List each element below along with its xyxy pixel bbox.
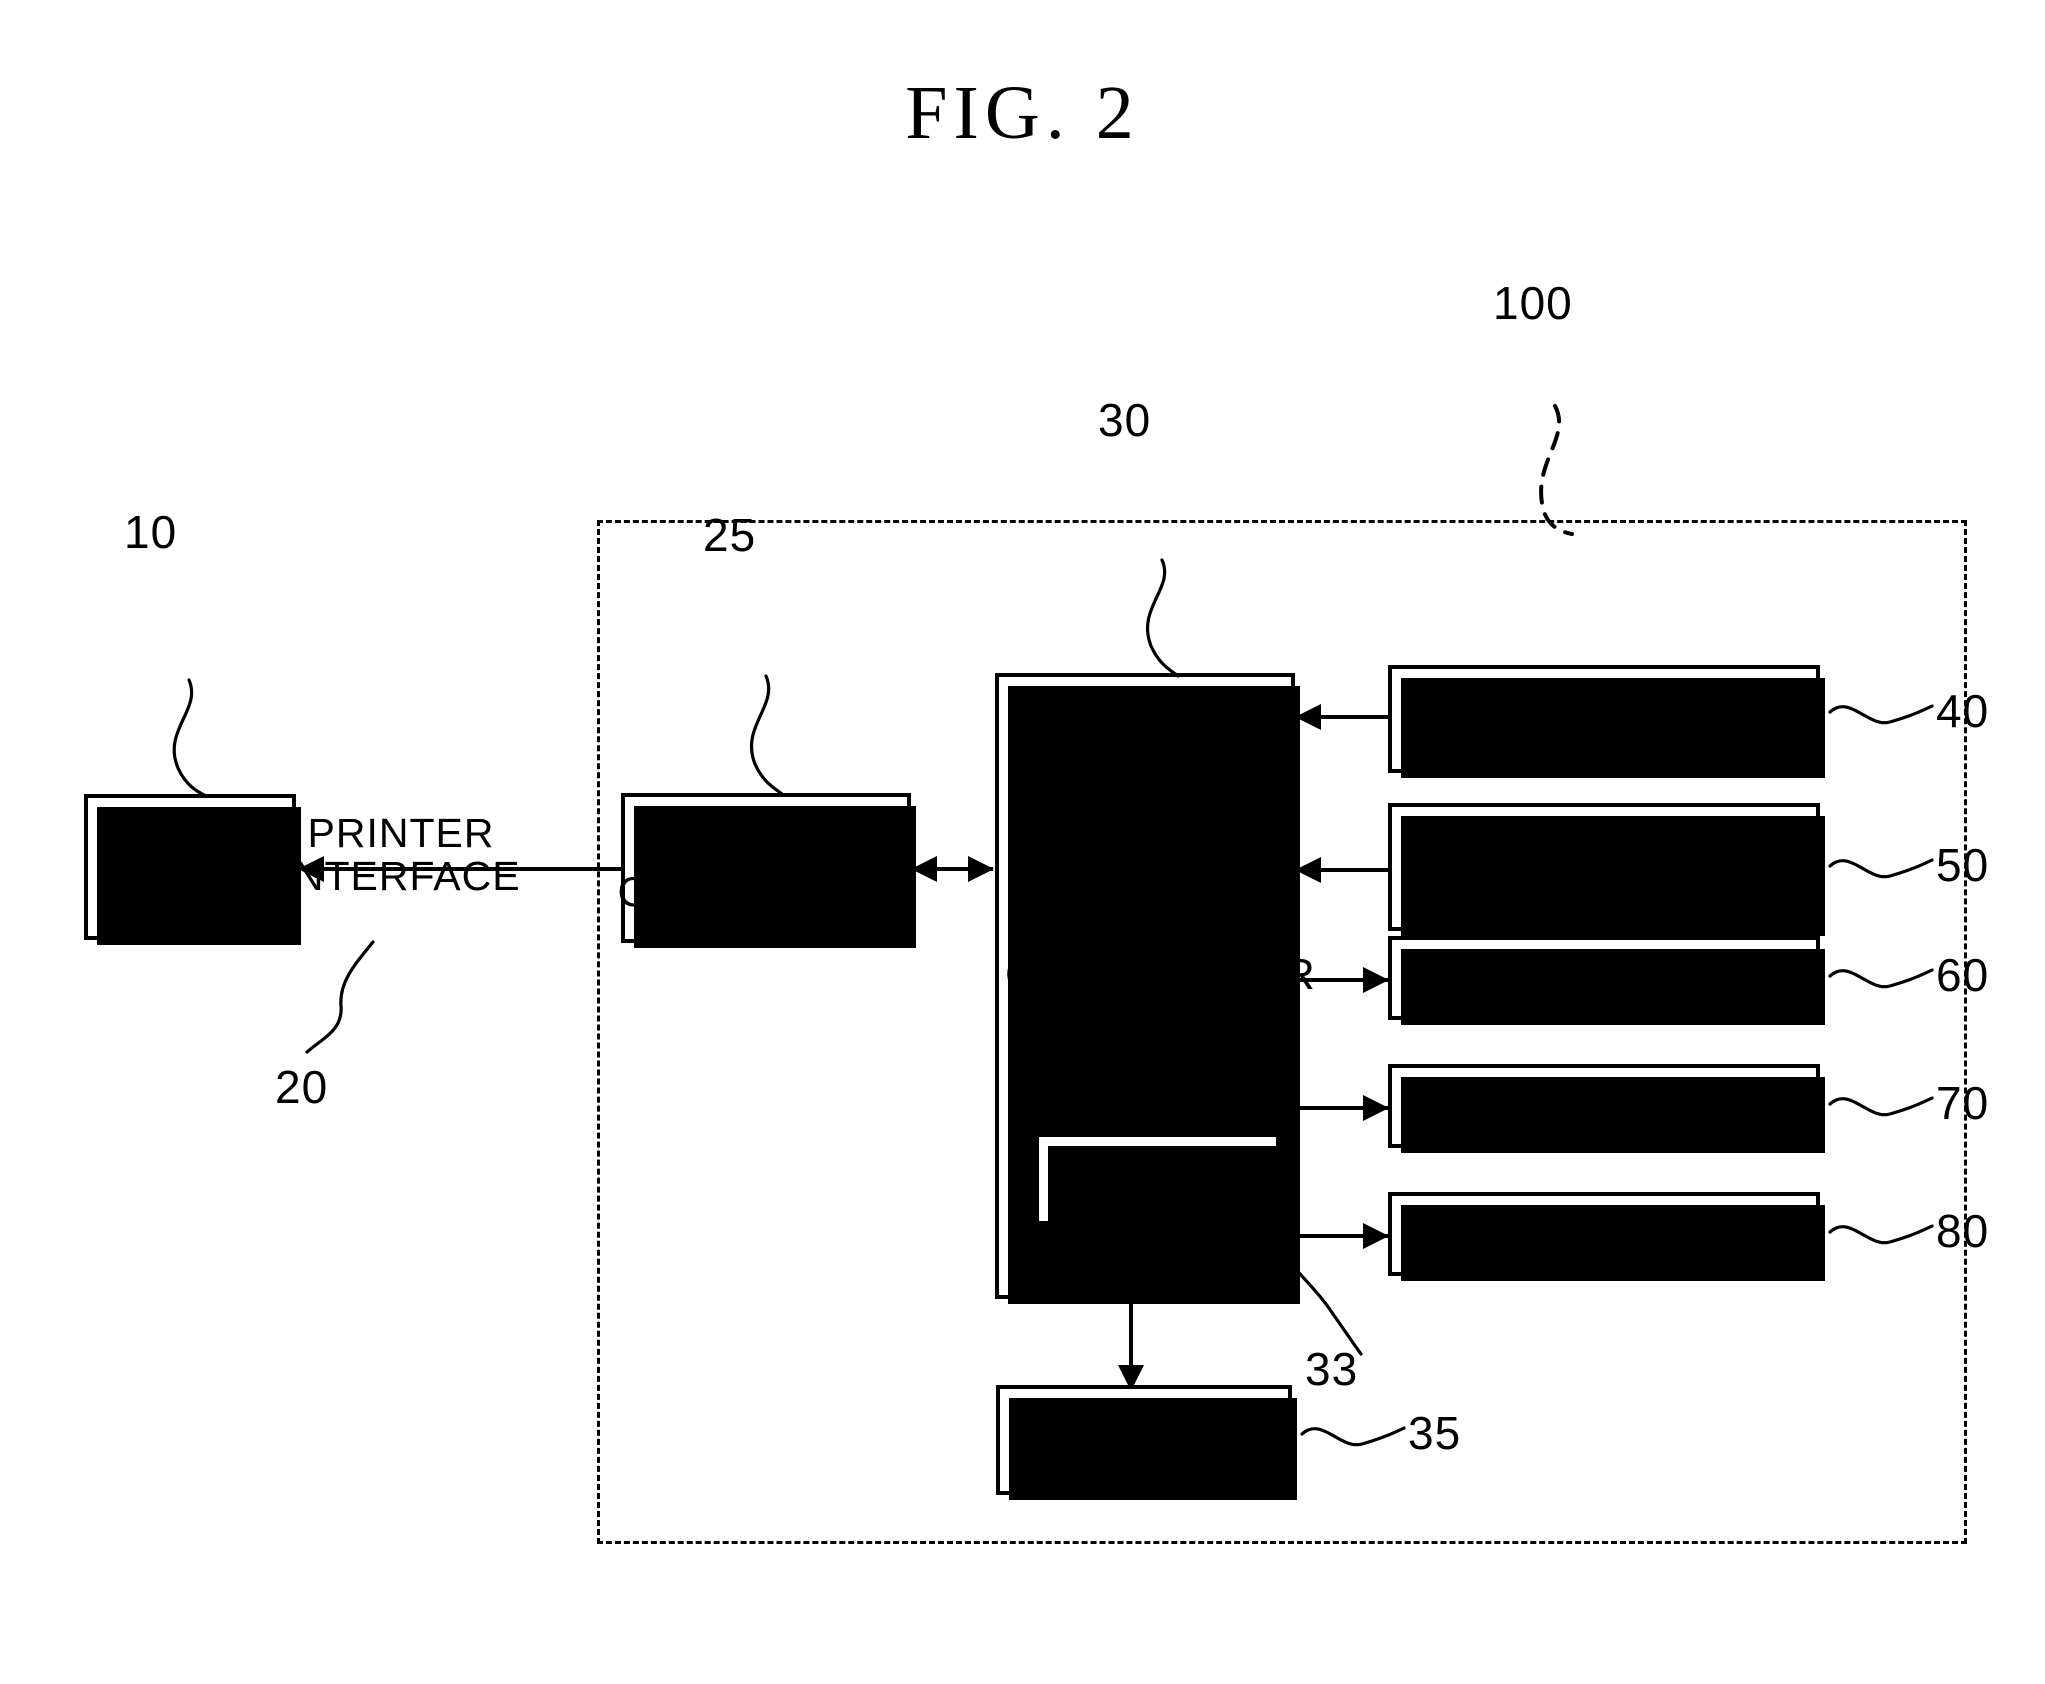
ref-numeral-20: 20 — [275, 1061, 329, 1113]
counter-label: COUNTER — [1060, 1157, 1255, 1200]
fuser-block: FUSER — [1388, 1064, 1825, 1153]
leader-line-70 — [1828, 1096, 1934, 1117]
ref-numeral-50: 50 — [1936, 839, 1990, 891]
memory-label: MEMORY — [1046, 1416, 1242, 1464]
fuser-label: FUSER — [1537, 1084, 1671, 1127]
leader-line-50 — [1828, 858, 1934, 879]
counter-block: COUNTER — [1035, 1133, 1285, 1230]
leader-line-80 — [1828, 1224, 1934, 1245]
leader-line-60 — [1828, 968, 1934, 989]
printer-interface-label: PRINTER INTERFACE — [281, 810, 521, 900]
ref-numeral-10: 10 — [124, 506, 178, 558]
leader-line-33 — [1263, 1220, 1363, 1356]
leader-line-25 — [749, 674, 784, 796]
system-controller-label: SYSTEM CONTROLLER — [617, 820, 915, 915]
ref-numeral-33: 33 — [1305, 1343, 1359, 1395]
ref-numeral-35: 35 — [1408, 1407, 1462, 1459]
ref-numeral-25: 25 — [703, 509, 757, 561]
system-engine-arrow-right — [968, 856, 994, 882]
leader-line-30 — [1145, 558, 1180, 678]
driving-part-block: DRIVING PART — [1388, 936, 1825, 1025]
ref-numeral-70: 70 — [1936, 1077, 1990, 1129]
fuser-arrow — [1363, 1095, 1389, 1121]
developing-part-block: DEVELOPING PART — [1388, 1192, 1825, 1281]
leader-line-35 — [1300, 1426, 1406, 1447]
developing-part-label: DEVELOPING PART — [1418, 1212, 1790, 1255]
cover-opening-detection-sensor-label: COVER-OPENING DETECTION SENSOR — [1400, 676, 1808, 761]
paper-detection-sensor-label: PAPER DETECTION SENSOR — [1418, 824, 1790, 909]
leader-line-10 — [172, 678, 208, 798]
ref-numeral-60: 60 — [1936, 949, 1990, 1001]
leader-line-100 — [1539, 404, 1574, 536]
figure-title: FIG. 2 — [905, 71, 1140, 155]
engine-controller-label: ENGINE CONTROLLER — [1005, 901, 1316, 1000]
ref-numeral-100: 100 — [1493, 277, 1573, 329]
host-label: HOST — [129, 843, 251, 891]
memory-block: MEMORY — [996, 1385, 1297, 1500]
ref-numeral-40: 40 — [1936, 685, 1990, 737]
ref-numeral-80: 80 — [1936, 1205, 1990, 1257]
system-controller-block: SYSTEM CONTROLLER — [617, 793, 916, 948]
ref-numeral-30: 30 — [1098, 394, 1152, 446]
leader-line-20 — [305, 940, 375, 1054]
driving-part-arrow — [1363, 967, 1389, 993]
paper-detection-sensor-block: PAPER DETECTION SENSOR — [1388, 803, 1825, 936]
cover-opening-detection-sensor-block: COVER-OPENING DETECTION SENSOR — [1388, 665, 1825, 778]
figure-canvas: FIG. 2 100 HOST 10 PRINTER INTERFACE 20 … — [0, 0, 2045, 1684]
leader-line-40 — [1828, 704, 1934, 725]
driving-part-label: DRIVING PART — [1464, 956, 1744, 999]
